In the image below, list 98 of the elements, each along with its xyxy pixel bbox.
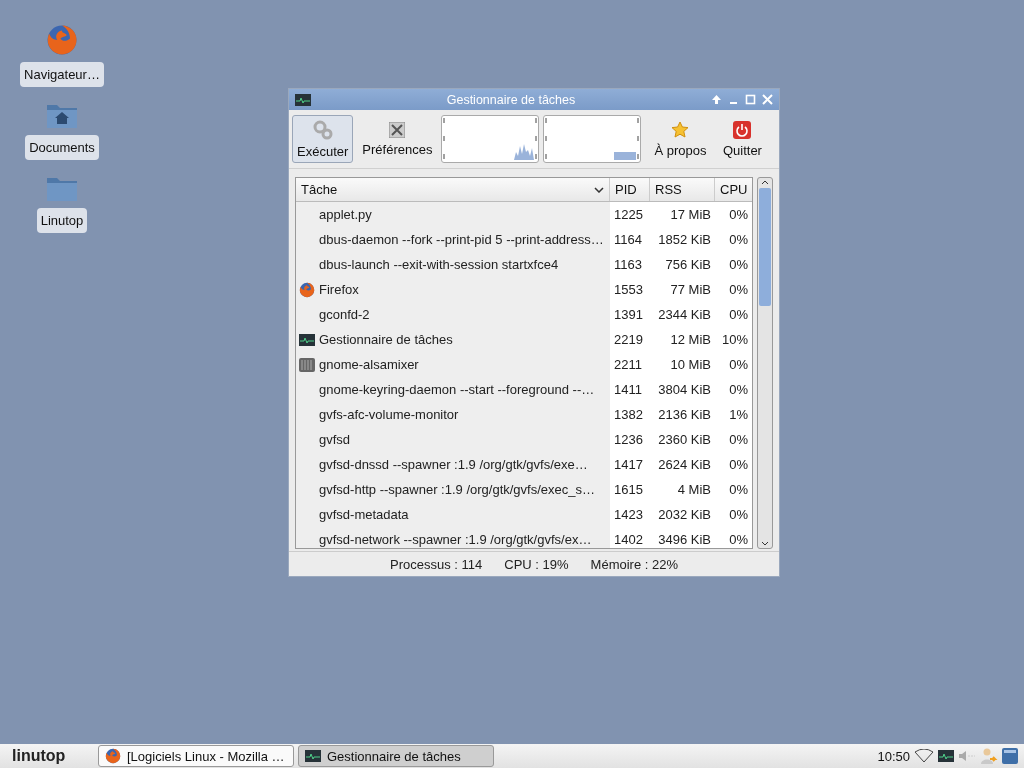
table-cell-text: 1% xyxy=(728,406,749,424)
table-cell: Firefox xyxy=(319,282,359,297)
table-cell-text: 2136 KiB xyxy=(657,406,712,424)
table-cell-text: 17 MiB xyxy=(669,206,712,224)
scroll-down-icon[interactable] xyxy=(761,540,769,548)
toolbar-button[interactable]: Quitter xyxy=(715,115,770,163)
table-cell: gvfsd-http --spawner :1.9 /org/gtk/gvfs/exec_s… xyxy=(319,482,595,497)
desktop-icon-label[interactable]: Linutop xyxy=(36,208,88,233)
table-cell-text: 12 MiB xyxy=(669,331,712,349)
table-cell-text: 1417 xyxy=(613,456,644,474)
table-cell-text: 0% xyxy=(728,431,749,449)
user-icon[interactable] xyxy=(980,747,998,765)
table-cell-text: 1236 xyxy=(613,431,644,449)
table-cell: gvfs-afc-volume-monitor xyxy=(319,407,459,422)
mixer-icon xyxy=(299,357,315,372)
logo[interactable]: linutop xyxy=(6,747,94,765)
table-cell: gvfsd-network --spawner :1.9 /org/gtk/gvfs/ex… xyxy=(319,532,592,547)
monitor-icon xyxy=(299,333,315,346)
table-cell-text: 77 MiB xyxy=(669,281,712,299)
table-cell-text: 1382 xyxy=(613,406,644,424)
power-icon xyxy=(733,120,752,139)
table-cell-text: 0% xyxy=(728,206,749,224)
scrollbar-thumb[interactable] xyxy=(759,188,771,306)
table-cell: gvfsd xyxy=(319,432,351,447)
column-header[interactable]: PID xyxy=(610,178,650,201)
scroll-up-icon[interactable] xyxy=(761,178,769,186)
browser-icon xyxy=(299,281,315,298)
table-cell-text: 1411 xyxy=(613,381,643,399)
table-cell-text: 1391 xyxy=(613,306,644,324)
scrollbar[interactable] xyxy=(757,177,773,549)
browser-icon xyxy=(46,24,78,56)
browser-icon xyxy=(105,748,121,764)
table-cell-text: 0% xyxy=(728,231,749,249)
table-cell: Gestionnaire de tâches xyxy=(319,332,453,347)
table-cell-text: 2032 KiB xyxy=(657,506,712,524)
table-cell-text: 10 MiB xyxy=(669,356,712,374)
table-cell: dbus-daemon --fork --print-pid 5 --print-address… xyxy=(319,232,604,247)
status-text: CPU : 19% xyxy=(504,556,569,572)
table-cell-text: 0% xyxy=(728,531,749,548)
table-cell-text: 1402 xyxy=(613,531,644,548)
taskbar-button[interactable]: Gestionnaire de tâches xyxy=(298,745,494,767)
desktop-icon-label[interactable]: Documents xyxy=(25,135,99,160)
table-cell-text: 0% xyxy=(728,356,749,374)
up-arrow-icon[interactable] xyxy=(711,94,722,105)
window-title: Gestionnaire de tâches xyxy=(445,92,577,107)
clock: 10:50 xyxy=(877,748,910,764)
monitor-icon xyxy=(295,93,311,106)
monitor-icon xyxy=(938,750,954,762)
close-icon[interactable] xyxy=(762,94,773,105)
table-cell-text: 1164 xyxy=(613,231,643,249)
table-cell: gvfsd-dnssd --spawner :1.9 /org/gtk/gvfs/exe… xyxy=(319,457,588,472)
tools-icon xyxy=(389,121,406,138)
table-cell: applet.py xyxy=(319,207,372,222)
window-icon[interactable] xyxy=(1002,748,1018,764)
toolbar-button[interactable]: Exécuter xyxy=(292,115,354,163)
table-cell-text: 2344 KiB xyxy=(657,306,712,324)
column-header[interactable]: RSS xyxy=(650,178,715,201)
table-cell-text: 0% xyxy=(728,481,749,499)
table-cell-text: 0% xyxy=(728,281,749,299)
taskbar-button[interactable]: [Logiciels Linux - Mozilla … xyxy=(98,745,294,767)
wifi-icon[interactable] xyxy=(914,749,934,763)
table-cell-text: 10% xyxy=(720,331,749,349)
table-cell-text: 2624 KiB xyxy=(657,456,712,474)
column-header[interactable]: Tâche xyxy=(296,178,610,201)
table-cell: gconfd-2 xyxy=(319,307,370,322)
table-cell-text: 1225 xyxy=(613,206,644,224)
table-cell-text: 0% xyxy=(728,506,749,524)
table-cell-text: 2219 xyxy=(613,331,644,349)
table-cell-text: 0% xyxy=(728,381,749,399)
table-cell-text: 756 KiB xyxy=(664,256,712,274)
table-cell-text: 1615 xyxy=(613,481,644,499)
table-cell-text: 1423 xyxy=(613,506,644,524)
toolbar-button[interactable]: Préférences xyxy=(357,115,438,163)
table-cell-text: 0% xyxy=(728,456,749,474)
table-cell-text: 4 MiB xyxy=(676,481,712,499)
toolbar-button[interactable]: À propos xyxy=(649,115,712,163)
table-cell-text: 1852 KiB xyxy=(657,231,712,249)
table-cell: gnome-alsamixer xyxy=(319,357,419,372)
status-text: Mémoire : 22% xyxy=(590,556,678,572)
status-text: Processus : 114 xyxy=(390,556,483,572)
monitor-icon xyxy=(305,750,321,762)
gears-icon xyxy=(312,119,333,140)
table-cell-text: 0% xyxy=(728,256,749,274)
desktop-icon-label[interactable]: Navigateur… xyxy=(20,62,104,87)
table-cell: gvfsd-metadata xyxy=(319,507,409,522)
table-cell-text: 1553 xyxy=(613,281,644,299)
table-cell-text: 2360 KiB xyxy=(657,431,712,449)
speaker-icon[interactable] xyxy=(958,749,976,763)
table-cell: gnome-keyring-daemon --start --foreground --… xyxy=(319,382,595,397)
maximize-icon[interactable] xyxy=(745,94,756,105)
star-icon xyxy=(671,120,690,139)
table-cell-text: 1163 xyxy=(613,256,643,274)
table-cell-text: 2211 xyxy=(613,356,643,374)
column-header[interactable]: CPU xyxy=(715,178,752,201)
table-cell: dbus-launch --exit-with-session startxfce4 xyxy=(319,257,559,272)
table-cell-text: 3804 KiB xyxy=(657,381,712,399)
table-cell-text: 0% xyxy=(728,306,749,324)
table-cell-text: 3496 KiB xyxy=(657,531,712,548)
